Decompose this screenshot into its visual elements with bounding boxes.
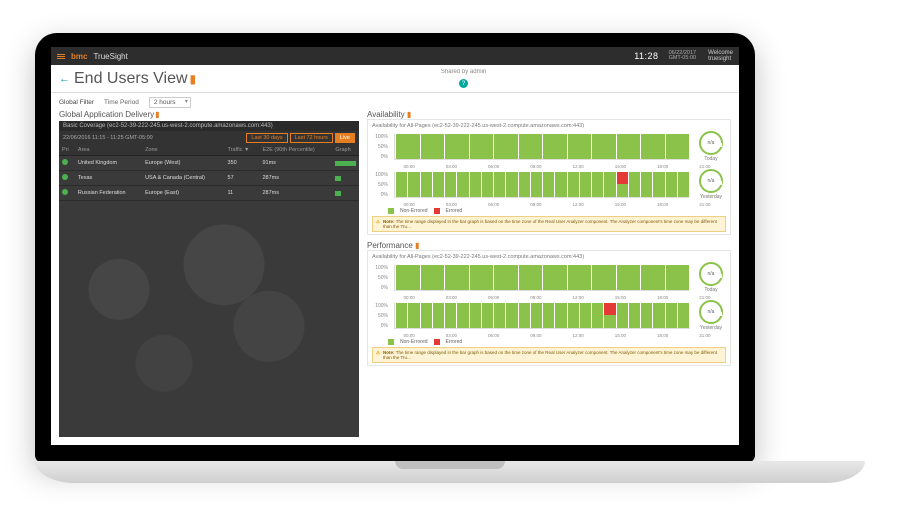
legend-swatch-green: [388, 208, 394, 214]
performance-note: ⚠ Note: The time range displayed in the …: [372, 347, 726, 363]
performance-today-row: 100%50%0% n/a Today: [372, 262, 726, 293]
col-area[interactable]: Area: [75, 145, 142, 156]
cell-graph: [332, 171, 359, 186]
availability-section: Availability ▮ Availability for All-Page…: [367, 110, 731, 235]
cell-area: Texas: [75, 171, 142, 186]
global-filter-label: Global Filter: [59, 99, 94, 106]
table-row[interactable]: TexasUSA & Canada (Central)57287ms: [59, 171, 359, 186]
menu-icon[interactable]: [57, 54, 65, 59]
col-traffic[interactable]: Traffic ▼: [225, 145, 260, 156]
back-icon[interactable]: ←: [59, 73, 70, 85]
timerange-text: 22/06/2016 11:15 - 11:25 GMT-05:00: [63, 135, 153, 141]
x-axis-labels: 00:0003:0006:0009:0012:0015:0018:0021:00: [388, 295, 726, 300]
today-label: Today: [696, 287, 726, 293]
app-screen: bmc TrueSight 11:28 06/22/2017 GMT-05:00…: [51, 47, 739, 445]
user-menu[interactable]: Welcome truesight: [708, 50, 733, 62]
legend-swatch-red: [434, 339, 440, 345]
cell-traffic: 350: [225, 156, 260, 171]
cell-graph: [332, 156, 359, 171]
performance-yesterday-bars: [394, 303, 690, 329]
col-pri[interactable]: Pri: [59, 145, 75, 156]
col-e2e[interactable]: E2E (90th Percentile): [259, 145, 332, 156]
y-axis-labels: 100%50%0%: [372, 172, 388, 198]
main-split: Global Application Delivery▮ Basic Cover…: [51, 110, 739, 445]
last-30-button[interactable]: Last 30 days: [246, 133, 287, 143]
today-label: Today: [696, 156, 726, 162]
performance-section: Performance ▮ Availability for All-Pages…: [367, 241, 731, 366]
shared-by-label: Shared by admin: [441, 69, 486, 75]
right-column: Availability ▮ Availability for All-Page…: [367, 110, 731, 437]
laptop-bezel: bmc TrueSight 11:28 06/22/2017 GMT-05:00…: [35, 33, 755, 463]
product-name: TrueSight: [93, 52, 127, 61]
y-axis-labels: 100%50%0%: [372, 134, 388, 160]
performance-legend: Non-Errored Errored: [388, 339, 726, 345]
global-delivery-panel: Basic Coverage (ec2-52-39-222-245.us-wes…: [59, 121, 359, 437]
x-axis-labels: 00:0003:0006:0009:0012:0015:0018:0021:00: [388, 333, 726, 338]
availability-note: ⚠ Note: The time range displayed in the …: [372, 216, 726, 232]
col-zone[interactable]: Zone: [142, 145, 224, 156]
availability-yesterday-row: 100%50%0% n/a Yesterday: [372, 169, 726, 200]
x-axis-labels: 00:0003:0006:0009:0012:0015:0018:0021:00: [388, 202, 726, 207]
time-period-label: Time Period: [104, 99, 139, 106]
cell-traffic: 57: [225, 171, 260, 186]
yesterday-label: Yesterday: [696, 325, 726, 331]
performance-today-gauge: n/a: [699, 262, 723, 286]
performance-today-bars: [394, 265, 690, 291]
availability-title: Availability ▮: [367, 110, 731, 119]
availability-legend: Non-Errored Errored: [388, 208, 726, 214]
performance-subtitle: Availability for All-Pages (ec2-52-39-22…: [372, 254, 726, 260]
performance-title: Performance ▮: [367, 241, 731, 250]
y-axis-labels: 100%50%0%: [372, 265, 388, 291]
time-period-select[interactable]: 2 hours: [149, 97, 191, 108]
user-name: truesight: [708, 56, 733, 62]
timerange-row: 22/06/2016 11:15 - 11:25 GMT-05:00 Last …: [59, 131, 359, 145]
status-dot-icon: [62, 174, 68, 180]
availability-today-bars: [394, 134, 690, 160]
performance-yesterday-gauge: n/a: [699, 300, 723, 324]
laptop-base: [35, 461, 865, 483]
table-row[interactable]: United KingdomEurope (West)35091ms: [59, 156, 359, 171]
performance-chartbox: Availability for All-Pages (ec2-52-39-22…: [367, 250, 731, 366]
legend-swatch-green: [388, 339, 394, 345]
warn-icon: ⚠: [376, 350, 380, 356]
clock-tz: GMT-05:00: [669, 56, 697, 62]
laptop-frame: bmc TrueSight 11:28 06/22/2017 GMT-05:00…: [35, 33, 865, 483]
availability-yesterday-bars: [394, 172, 690, 198]
left-column: Global Application Delivery▮ Basic Cover…: [59, 110, 359, 437]
page-title: End Users View: [74, 70, 188, 88]
availability-today-row: 100%50%0% n/a Today: [372, 131, 726, 162]
cell-zone: Europe (West): [142, 156, 224, 171]
cell-zone: USA & Canada (Central): [142, 171, 224, 186]
yesterday-label: Yesterday: [696, 194, 726, 200]
availability-chartbox: Availability for All-Pages (ec2-52-39-22…: [367, 119, 731, 235]
cell-e2e: 287ms: [259, 171, 332, 186]
brand-logo: bmc: [71, 52, 87, 61]
status-dot-icon: [62, 159, 68, 165]
left-panel-title: Global Application Delivery▮: [59, 110, 359, 119]
last-72-button[interactable]: Last 72 hours: [290, 133, 333, 143]
legend-swatch-red: [434, 208, 440, 214]
title-bar: ← End Users View ▮ Shared by admin ?: [51, 65, 739, 93]
app-topbar: bmc TrueSight 11:28 06/22/2017 GMT-05:00…: [51, 47, 739, 65]
filter-row: Global Filter Time Period 2 hours: [51, 93, 739, 110]
col-graph[interactable]: Graph: [332, 145, 359, 156]
title-caret-icon: ▮: [190, 72, 197, 86]
warn-icon: ⚠: [376, 219, 380, 225]
clock-time: 11:28: [634, 51, 658, 61]
y-axis-labels: 100%50%0%: [372, 303, 388, 329]
x-axis-labels: 00:0003:0006:0009:0012:0015:0018:0021:00: [388, 164, 726, 169]
availability-yesterday-gauge: n/a: [699, 169, 723, 193]
cell-e2e: 91ms: [259, 156, 332, 171]
performance-yesterday-row: 100%50%0% n/a Yesterday: [372, 300, 726, 331]
clock-meta: 06/22/2017 GMT-05:00: [669, 51, 697, 62]
live-button[interactable]: Live: [335, 133, 355, 143]
help-icon[interactable]: ?: [459, 79, 468, 88]
coverage-subhead: Basic Coverage (ec2-52-39-222-245.us-wes…: [59, 121, 359, 131]
world-map-bg: [59, 191, 359, 437]
cell-area: United Kingdom: [75, 156, 142, 171]
availability-today-gauge: n/a: [699, 131, 723, 155]
availability-subtitle: Availability for All-Pages (ec2-52-39-22…: [372, 123, 726, 129]
